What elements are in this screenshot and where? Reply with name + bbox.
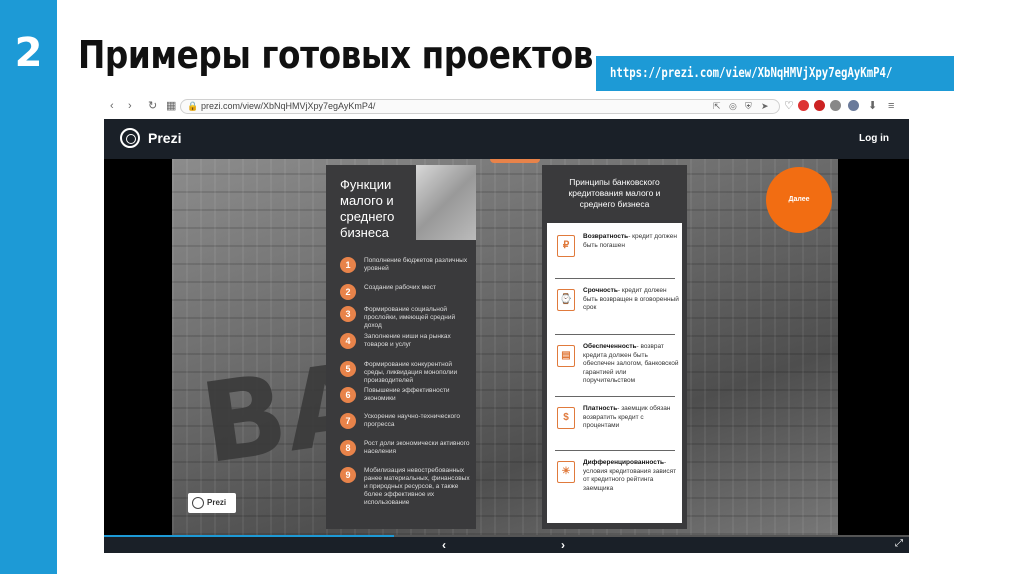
camera-icon[interactable]: ◎ [729,101,737,112]
functions-title: Функции малого и среднего бизнеса [340,177,395,240]
function-number: 9 [340,467,356,483]
principle-term: Обеспеченность [583,343,637,350]
prev-icon[interactable]: ‹ [442,538,446,552]
principle-text: Дифференцированность- условия кредитован… [583,459,679,493]
presentation-viewer[interactable]: BA Функции малого и среднего бизнеса 1 П… [104,159,909,535]
lock-icon: 🔒 [187,101,199,111]
function-number: 7 [340,413,356,429]
prezi-mini-brand: Prezi [207,498,227,507]
principle-text: Срочность- кредит должен быть возвращен … [583,287,679,313]
orange-shape [490,159,540,163]
prezi-header: Prezi Log in [104,119,909,159]
principle-text: Возвратность- кредит должен быть погашен [583,233,679,250]
principle-term: Платность [583,405,618,412]
principles-title: Принципы банковского кредитования малого… [568,177,661,209]
next-icon[interactable]: › [561,538,565,552]
extension-icon[interactable] [814,100,825,111]
principle-term: Срочность [583,287,618,294]
prezi-mini-icon [192,497,204,509]
apps-icon[interactable]: ▦ [166,99,176,113]
extension-2-icon[interactable] [830,100,841,111]
shield-icon[interactable]: ⛨ [745,101,752,112]
divider [555,334,675,335]
principle-icon: $ [557,407,575,429]
principle-icon: ⌚ [557,289,575,311]
browser-toolbar: ‹ › ↻ ▦ 🔒 prezi.com/view/XbNqHMVjXpy7egA… [104,97,909,116]
principles-list: ₽ Возвратность- кредит должен быть погаш… [547,223,682,523]
function-text: Формирование конкурентной среды, ликвида… [364,361,458,384]
principle-term: Дифференцированность [583,459,665,466]
prezi-watermark[interactable]: Prezi [188,493,236,513]
slide-accent-bar [0,0,57,574]
principle-text: Платность- заемщик обязан возвратить кре… [583,405,679,431]
function-number: 3 [340,306,356,322]
fullscreen-icon[interactable]: ⤢ [895,538,903,549]
function-text: Формирование социальной прослойки, имеющ… [364,306,456,329]
address-text[interactable]: prezi.com/view/XbNqHMVjXpy7egAyKmP4/ [201,101,375,111]
progress-fill [104,535,394,537]
page-title: Примеры готовых проектов [78,33,593,77]
function-text: Рост доли экономически активного населен… [364,440,470,455]
browser-screenshot: ‹ › ↻ ▦ 🔒 prezi.com/view/XbNqHMVjXpy7egA… [104,97,909,553]
url-banner[interactable]: https://prezi.com/view/XbNqHMVjXpy7egAyK… [596,56,954,91]
function-number: 8 [340,440,356,456]
download-icon[interactable]: ⬇ [868,99,877,113]
slide: 2 Примеры готовых проектов https://prezi… [0,0,1024,574]
function-number: 4 [340,333,356,349]
prezi-brand[interactable]: Prezi [148,130,181,146]
send-icon[interactable]: ➤ [761,101,769,112]
divider [555,396,675,397]
menu-icon[interactable]: ≡ [888,99,894,113]
adblock-icon[interactable] [798,100,809,111]
forward-icon[interactable]: › [128,99,132,113]
function-text: Создание рабочих мест [364,284,436,291]
address-bar[interactable]: 🔒 prezi.com/view/XbNqHMVjXpy7egAyKmP4/ ⇱… [180,99,780,114]
function-text: Пополнение бюджетов различных уровней [364,257,468,272]
function-text: Повышение эффективности экономики [364,387,450,402]
divider [555,450,675,451]
prezi-logo-icon[interactable] [120,128,140,148]
next-button[interactable]: Далее [766,167,832,233]
presentation-canvas: BA Функции малого и среднего бизнеса 1 П… [172,159,838,535]
login-link[interactable]: Log in [859,133,889,144]
divider [555,278,675,279]
principle-icon: ▤ [557,345,575,367]
function-number: 1 [340,257,356,273]
function-text: Мобилизация невостребованных ранее матер… [364,467,470,506]
bookmark-icon[interactable]: ♡ [784,99,794,113]
slide-number: 2 [14,30,43,76]
principle-term: Возвратность [583,233,629,240]
reload-icon[interactable]: ↻ [148,99,157,113]
progress-bar[interactable] [104,535,909,537]
principle-icon: ₽ [557,235,575,257]
profile-icon[interactable] [848,100,859,111]
principle-text: Обеспеченность- возврат кредита должен б… [583,343,679,386]
function-number: 6 [340,387,356,403]
function-text: Заполнение ниши на рынках товаров и услу… [364,333,451,348]
url-link[interactable]: https://prezi.com/view/XbNqHMVjXpy7egAyK… [610,66,892,81]
function-text: Ускорение научно-технического прогресса [364,413,460,428]
function-number: 5 [340,361,356,377]
share-icon[interactable]: ⇱ [713,101,721,112]
function-number: 2 [340,284,356,300]
principle-icon: ☀ [557,461,575,483]
functions-card: Функции малого и среднего бизнеса 1 Попо… [326,165,476,529]
principles-card: Принципы банковского кредитования малого… [542,165,687,529]
player-controls: ‹ › ⤢ [104,535,909,553]
back-icon[interactable]: ‹ [110,99,114,113]
